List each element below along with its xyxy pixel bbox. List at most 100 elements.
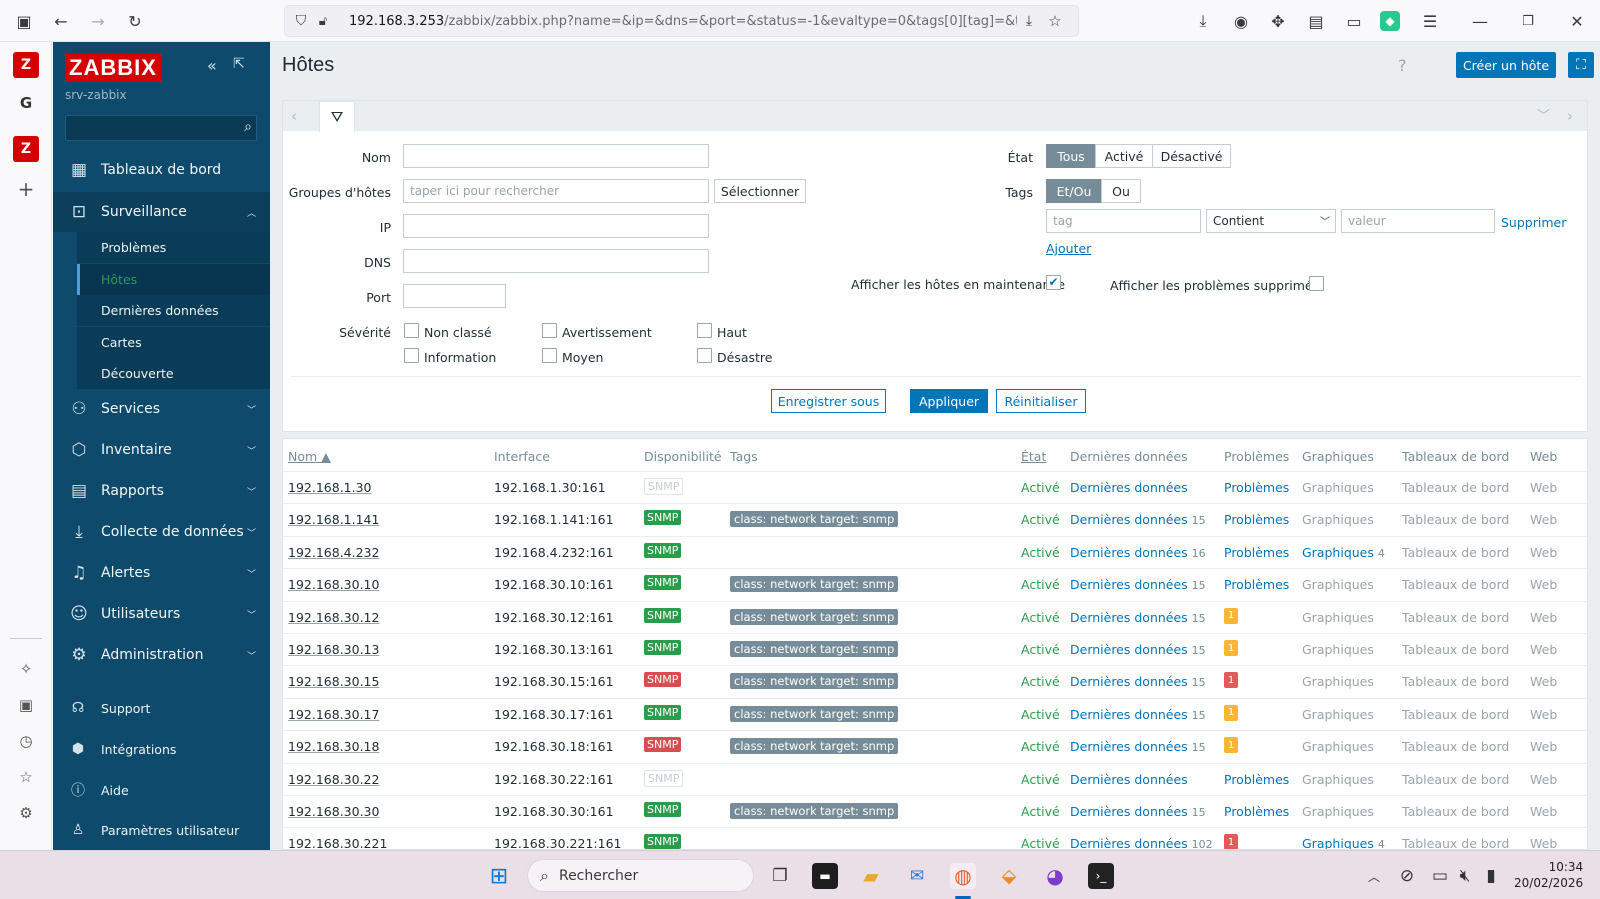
lock-icon[interactable]: 🔓︎ [311, 9, 335, 33]
host-tag[interactable]: class: network [730, 738, 821, 755]
host-tag[interactable]: target: snmp [816, 641, 899, 657]
chevron-right-icon[interactable]: › [1567, 107, 1573, 125]
reset-button[interactable]: Réinitialiser [996, 389, 1086, 413]
name-input[interactable] [403, 144, 709, 168]
system-clock[interactable]: 10:34 20/02/2026 [1514, 859, 1583, 891]
snmp-availability-badge[interactable]: SNMP [644, 769, 684, 787]
host-state[interactable]: Activé [1021, 836, 1060, 849]
severity-warning-checkbox[interactable] [542, 323, 557, 338]
submenu-discovery[interactable]: Découverte [77, 358, 270, 390]
windows-start-icon[interactable]: ⊞ [486, 863, 512, 889]
zabbix-logo[interactable]: ZABBIX [65, 54, 161, 82]
grammarly-icon[interactable]: G [13, 90, 39, 116]
host-name-link[interactable]: 192.168.1.30 [288, 480, 372, 495]
save-as-button[interactable]: Enregistrer sous [771, 389, 886, 413]
latest-data-link[interactable]: Dernières données 15 [1070, 804, 1206, 819]
host-tag[interactable]: target: snmp [816, 803, 899, 819]
snmp-availability-badge[interactable]: SNMP [644, 802, 682, 817]
maximize-icon[interactable]: ❐ [1516, 9, 1540, 33]
show-maintenance-checkbox[interactable]: ✔ [1046, 275, 1061, 290]
menu-icon[interactable]: ☰ [1418, 9, 1442, 33]
extension-app-icon[interactable]: ◆ [1380, 11, 1400, 31]
archive-icon[interactable]: ▤ [1304, 9, 1328, 33]
chevron-down-icon[interactable]: ﹀ [1537, 105, 1550, 124]
sidebar-toggle-icon[interactable]: ▣ [12, 9, 36, 33]
menu-data-collection[interactable]: ⤓ Collecte de données ﹀ [53, 512, 270, 552]
settings-icon[interactable]: ⚙ [13, 800, 39, 826]
taskbar-search[interactable]: ⌕ Rechercher [527, 859, 754, 892]
problems-link[interactable]: Problèmes [1224, 804, 1289, 819]
menu-integrations[interactable]: ⬢ Intégrations [53, 733, 270, 765]
ai-chat-icon[interactable]: ✧ [13, 656, 39, 682]
problems-link[interactable]: Problèmes [1224, 577, 1289, 592]
create-host-button[interactable]: Créer un hôte [1456, 52, 1556, 78]
latest-data-link[interactable]: Dernières données 15 [1070, 512, 1206, 527]
task-view-icon[interactable]: ❐ [767, 863, 793, 889]
add-panel-icon[interactable]: + [13, 176, 39, 202]
menu-monitoring[interactable]: ⊡ Surveillance ︿ [53, 192, 270, 232]
host-name-link[interactable]: 192.168.30.15 [288, 674, 379, 689]
help-icon[interactable]: ? [1398, 56, 1407, 75]
host-tag[interactable]: class: network [730, 511, 821, 528]
snmp-availability-badge[interactable]: SNMP [644, 704, 682, 720]
host-tag[interactable]: target: snmp [816, 738, 899, 755]
terminal-icon[interactable]: ▬ [812, 863, 838, 889]
snmp-availability-badge[interactable]: SNMP [644, 542, 682, 558]
shield-icon[interactable]: ⛉ [289, 9, 313, 33]
tag-input[interactable]: tag [1046, 209, 1201, 233]
snmp-availability-badge[interactable]: SNMP [644, 672, 682, 688]
severity-information-checkbox[interactable] [404, 348, 419, 363]
host-tag[interactable]: target: snmp [816, 705, 899, 722]
graphs-link[interactable]: Graphiques 4 [1302, 545, 1385, 560]
account-icon[interactable]: ◉ [1229, 9, 1253, 33]
hide-sidebar-icon[interactable]: ⇱ [233, 56, 245, 72]
tag-operator-select[interactable]: Contient ﹀ [1206, 209, 1336, 233]
extensions-icon[interactable]: ✥ [1266, 9, 1290, 33]
port-input[interactable] [403, 284, 506, 308]
zabbix-shortcut-icon-active[interactable]: Z [13, 136, 39, 162]
command-prompt-icon[interactable]: ›_ [1088, 863, 1114, 889]
severity-average-checkbox[interactable] [542, 348, 557, 363]
host-tag[interactable]: class: network [730, 608, 821, 625]
state-disabled-option[interactable]: Désactivé [1152, 144, 1231, 168]
host-state[interactable]: Activé [1021, 772, 1060, 787]
menu-support[interactable]: ☊ Support [53, 692, 270, 724]
host-state[interactable]: Activé [1021, 642, 1060, 657]
file-explorer-icon[interactable]: ▰ [858, 863, 884, 889]
add-tag-link[interactable]: Ajouter [1046, 241, 1091, 256]
snmp-availability-badge[interactable]: SNMP [644, 607, 682, 623]
severity-high-checkbox[interactable] [697, 323, 712, 338]
zabbix-shortcut-icon[interactable]: Z [13, 52, 39, 78]
synced-tabs-icon[interactable]: ▣ [13, 692, 39, 718]
volume-muted-icon[interactable]: 🔇︎ [1452, 863, 1478, 889]
latest-data-link[interactable]: Dernières données 15 [1070, 610, 1206, 625]
menu-user-settings[interactable]: ♙ Paramètres utilisateur [53, 814, 270, 846]
host-tag[interactable]: target: snmp [816, 608, 899, 625]
bookmark-star-icon[interactable]: ☆ [1043, 9, 1067, 33]
host-name-link[interactable]: 192.168.30.12 [288, 610, 379, 625]
severity-disaster-checkbox[interactable] [697, 348, 712, 363]
submenu-latest-data[interactable]: Dernières données [77, 295, 270, 327]
menu-alerts[interactable]: ♫ Alertes ﹀ [53, 553, 270, 593]
show-suppressed-checkbox[interactable] [1309, 276, 1324, 291]
bookmarks-icon[interactable]: ☆ [13, 764, 39, 790]
reload-icon[interactable]: ↻ [123, 9, 147, 33]
host-name-link[interactable]: 192.168.4.232 [288, 545, 379, 560]
latest-data-link[interactable]: Dernières données 15 [1070, 739, 1206, 754]
host-tag[interactable]: target: snmp [816, 673, 899, 690]
host-tag[interactable]: class: network [730, 705, 821, 722]
close-window-icon[interactable]: ✕ [1565, 9, 1589, 33]
snmp-availability-badge[interactable]: SNMP [644, 737, 682, 753]
host-tag[interactable]: class: network [730, 641, 821, 657]
menu-help[interactable]: ⓘ Aide [53, 774, 270, 806]
latest-data-link[interactable]: Dernières données [1070, 772, 1188, 787]
snmp-availability-badge[interactable]: SNMP [644, 834, 682, 849]
filter-tab[interactable]: ⛛ [319, 101, 355, 132]
tag-value-input[interactable]: valeur [1341, 209, 1495, 233]
history-icon[interactable]: ◷ [13, 728, 39, 754]
problems-link[interactable]: Problèmes [1224, 480, 1289, 495]
host-state[interactable]: Activé [1021, 610, 1060, 625]
search-icon[interactable]: ⌕ [244, 119, 252, 135]
latest-data-link[interactable]: Dernières données 15 [1070, 707, 1206, 722]
remove-tag-link[interactable]: Supprimer [1501, 215, 1566, 230]
